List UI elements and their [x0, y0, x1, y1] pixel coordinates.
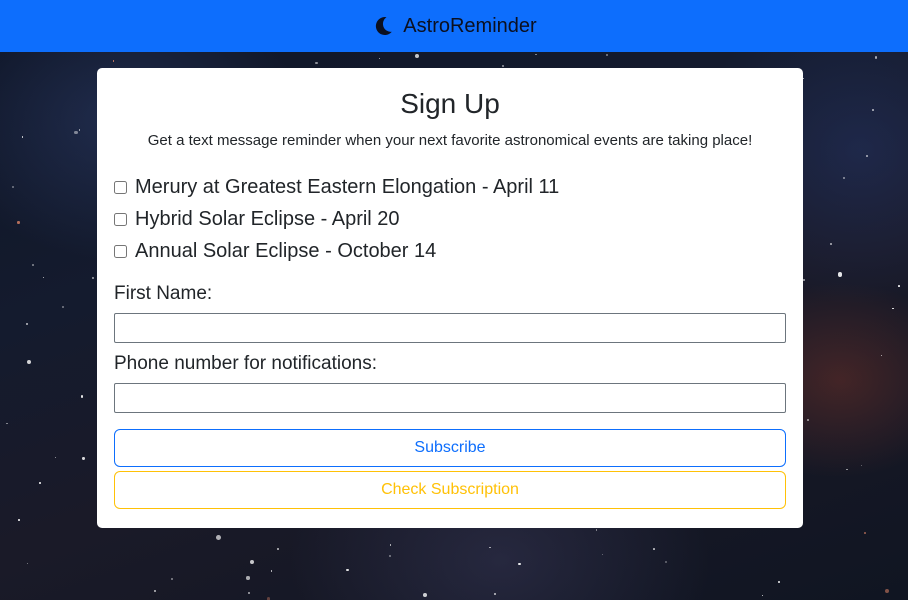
star-dot [802, 77, 804, 79]
star-dot [54, 456, 56, 458]
star-dot [885, 589, 890, 594]
star-dot [664, 560, 668, 564]
subscribe-button[interactable]: Subscribe [114, 429, 786, 467]
event-checkbox-annual-eclipse[interactable] [114, 244, 127, 258]
event-label: Hybrid Solar Eclipse - April 20 [135, 207, 400, 230]
star-dot [216, 534, 222, 540]
check-subscription-button[interactable]: Check Subscription [114, 471, 786, 509]
event-option-annual-eclipse[interactable]: Annual Solar Eclipse - October 14 [114, 235, 786, 267]
star-dot [829, 243, 832, 246]
star-dot [871, 109, 874, 112]
star-dot [423, 592, 427, 597]
star-dot [653, 548, 656, 550]
star-dot [389, 554, 392, 557]
signup-card: Sign Up Get a text message reminder when… [97, 68, 803, 528]
events-list: Merury at Greatest Eastern Elongation - … [114, 171, 786, 267]
star-dot [17, 518, 20, 521]
star-dot [846, 468, 848, 470]
star-dot [898, 285, 901, 288]
page-subtitle: Get a text message reminder when your ne… [147, 132, 753, 149]
navbar: AstroReminder [0, 0, 908, 52]
moon-icon [376, 17, 393, 36]
star-dot [6, 422, 8, 424]
first-name-label: First Name: [114, 283, 213, 304]
star-dot [61, 306, 65, 309]
star-dot [12, 185, 15, 188]
event-option-mercury[interactable]: Merury at Greatest Eastern Elongation - … [114, 171, 786, 203]
star-dot [415, 54, 420, 58]
page-title: Sign Up [400, 88, 500, 119]
star-dot [154, 590, 156, 592]
star-dot [881, 354, 883, 357]
star-dot [74, 130, 78, 135]
star-dot [762, 595, 764, 597]
event-checkbox-mercury[interactable] [114, 180, 127, 194]
phone-input[interactable] [114, 383, 786, 413]
star-dot [270, 570, 273, 572]
event-label: Merury at Greatest Eastern Elongation - … [135, 175, 560, 198]
star-dot [864, 531, 867, 534]
brand-link[interactable]: AstroReminder [371, 14, 537, 38]
star-dot [43, 277, 45, 279]
star-dot [606, 53, 609, 56]
star-dot [81, 395, 84, 398]
star-dot [315, 61, 318, 65]
first-name-input[interactable] [114, 313, 786, 343]
star-dot [17, 221, 20, 224]
star-dot [601, 553, 603, 556]
event-label: Annual Solar Eclipse - October 14 [135, 239, 437, 262]
star-dot [22, 136, 24, 138]
star-dot [874, 56, 878, 59]
star-dot [892, 307, 894, 310]
event-checkbox-hybrid-eclipse[interactable] [114, 212, 127, 226]
phone-label: Phone number for notifications: [114, 353, 377, 374]
star-dot [389, 544, 392, 546]
star-dot [276, 547, 279, 550]
star-dot [92, 277, 94, 279]
star-dot [837, 272, 843, 277]
star-dot [802, 278, 806, 282]
star-dot [379, 58, 381, 60]
star-dot [112, 60, 114, 62]
star-dot [777, 580, 780, 583]
star-dot [535, 53, 537, 56]
star-dot [31, 264, 34, 267]
star-dot [865, 155, 868, 157]
star-dot [860, 464, 863, 467]
star-dot [247, 591, 250, 594]
star-dot [27, 563, 29, 565]
star-dot [82, 457, 85, 460]
star-dot [78, 129, 81, 131]
star-dot [595, 529, 598, 531]
star-dot [843, 176, 846, 180]
star-dot [26, 359, 31, 364]
star-dot [518, 562, 521, 565]
star-dot [502, 65, 505, 68]
star-dot [170, 578, 173, 580]
star-dot [489, 546, 491, 549]
star-dot [249, 559, 255, 565]
star-dot [493, 592, 497, 595]
star-dot [39, 481, 41, 484]
star-dot [806, 418, 809, 421]
brand-text: AstroReminder [403, 14, 537, 37]
star-dot [346, 568, 349, 571]
star-dot [246, 576, 250, 580]
event-option-hybrid-eclipse[interactable]: Hybrid Solar Eclipse - April 20 [114, 203, 786, 235]
star-dot [26, 323, 28, 325]
